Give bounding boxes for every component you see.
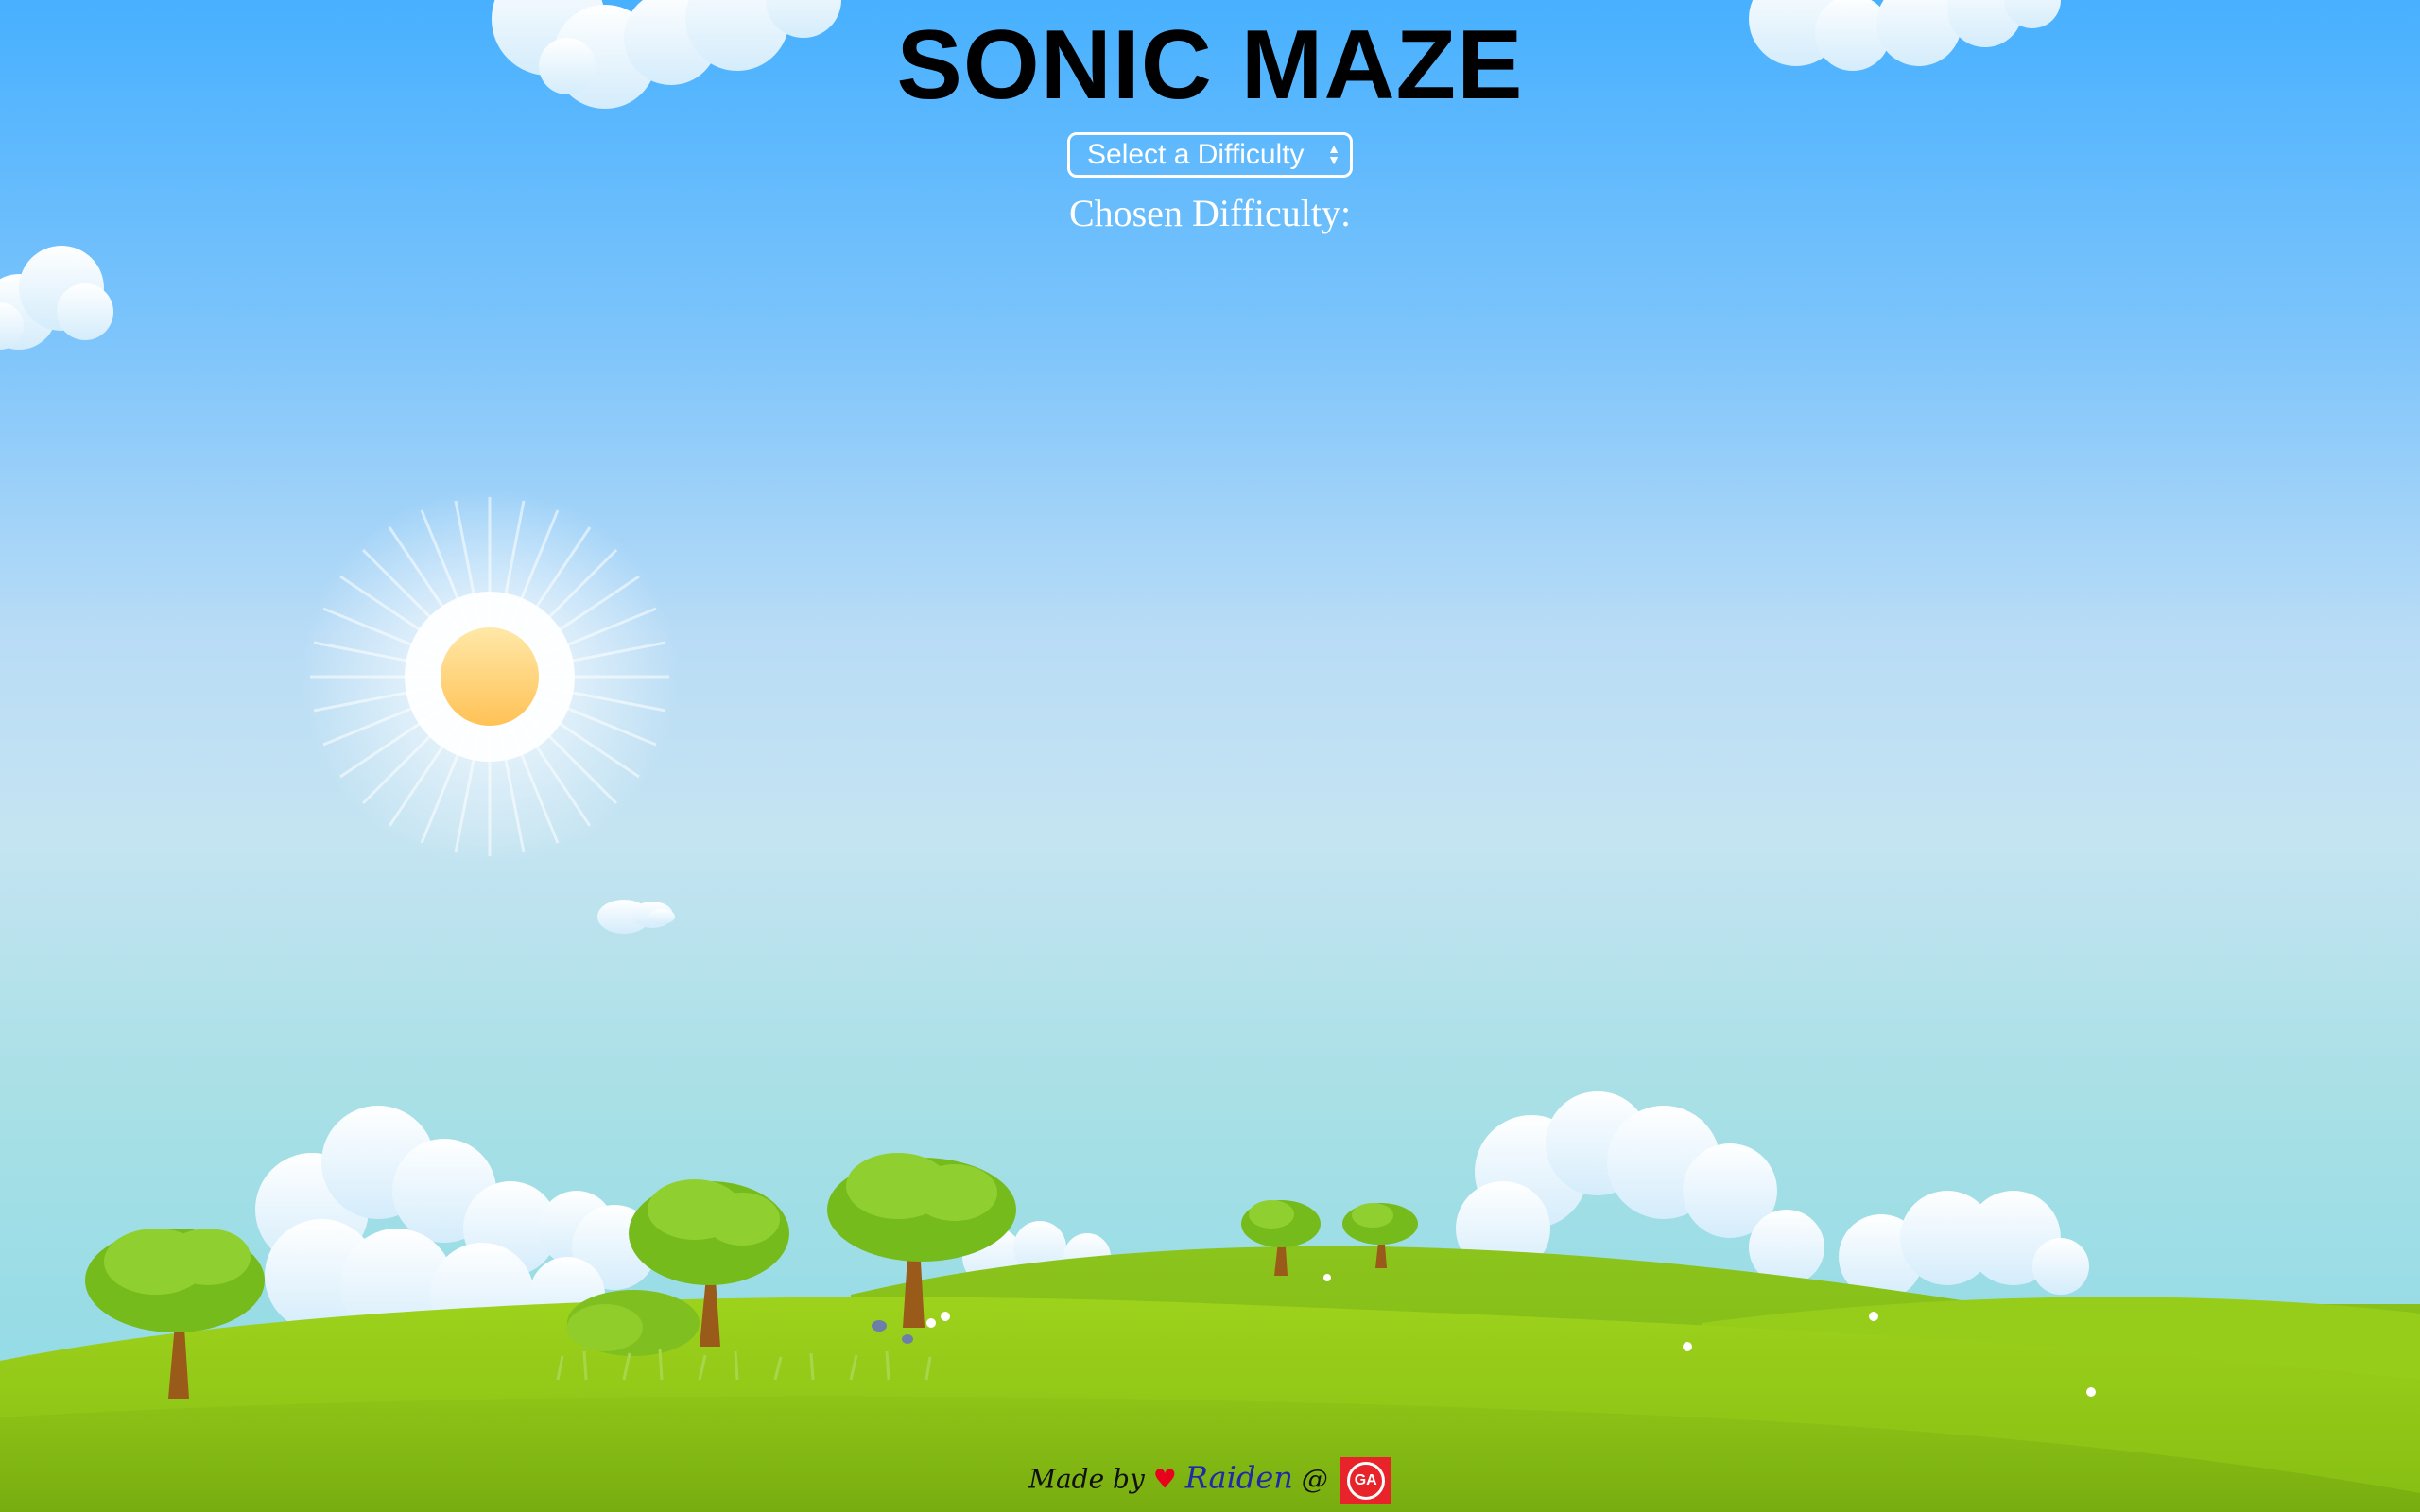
difficulty-select-value: Select a Difficulty — [1087, 139, 1305, 170]
footer-at: @ — [1301, 1463, 1328, 1495]
game-background: SONIC MAZE Select a Difficulty ▲ ▼ Chosen… — [0, 0, 2420, 1512]
ga-logo-text: GA — [1346, 1462, 1385, 1500]
difficulty-select[interactable]: Select a Difficulty ▲ ▼ — [1067, 132, 1353, 178]
footer-author-link[interactable]: Raiden — [1185, 1460, 1293, 1496]
sun — [301, 488, 679, 866]
select-arrows-icon: ▲ ▼ — [1327, 141, 1340, 167]
cloud-left-edge — [0, 246, 113, 350]
heart-icon: ♥ — [1152, 1463, 1177, 1495]
footer-made-by: Made by — [1028, 1463, 1145, 1495]
chosen-difficulty-label: Chosen Difficulty: — [1068, 192, 1352, 234]
game-title: SONIC MAZE — [896, 10, 1524, 120]
bush — [567, 1290, 700, 1356]
cloud-small — [597, 900, 675, 934]
ga-logo[interactable]: GA — [1340, 1457, 1392, 1504]
footer: Made by ♥ Raiden @ GA — [0, 1457, 2420, 1504]
